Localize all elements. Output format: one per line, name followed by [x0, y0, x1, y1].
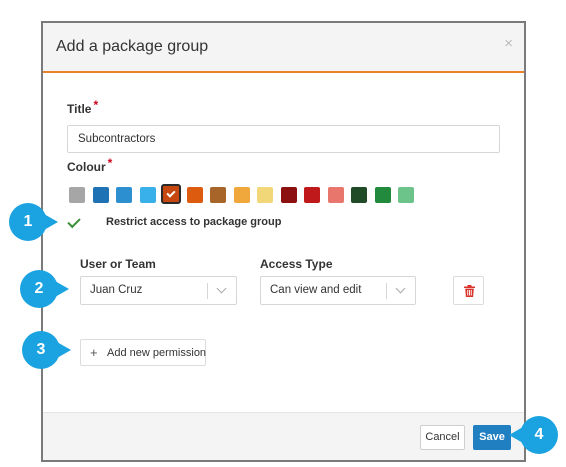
colour-swatch[interactable]	[69, 187, 85, 203]
colour-swatch[interactable]	[233, 187, 250, 203]
colour-swatch[interactable]	[304, 187, 320, 203]
user-select-value: Juan Cruz	[90, 284, 143, 296]
colour-swatch[interactable]	[139, 187, 156, 203]
add-permission-label: Add new permission	[107, 347, 207, 359]
required-marker: *	[107, 156, 113, 170]
user-or-team-select[interactable]: Juan Cruz	[80, 276, 237, 305]
access-type-select[interactable]: Can view and edit	[260, 276, 416, 305]
checkmark-icon	[166, 187, 176, 198]
dialog-header: Add a package group ×	[43, 23, 524, 73]
chevron-down-icon	[395, 283, 406, 294]
colour-swatch[interactable]	[351, 187, 367, 203]
plus-icon: +	[90, 345, 98, 360]
trash-icon	[464, 285, 475, 297]
save-button[interactable]: Save	[473, 425, 511, 450]
colour-swatch[interactable]	[280, 187, 297, 203]
chevron-down-icon	[216, 283, 227, 294]
colour-swatch[interactable]	[161, 184, 181, 204]
title-input[interactable]	[67, 125, 500, 153]
colour-swatch[interactable]	[327, 187, 344, 203]
callout-badge-1: 1	[9, 203, 58, 241]
checkmark-icon[interactable]	[67, 214, 81, 229]
colour-swatch[interactable]	[210, 187, 226, 203]
dialog-footer: Cancel Save	[43, 412, 524, 460]
colour-swatch[interactable]	[92, 187, 109, 203]
restrict-access-label: Restrict access to package group	[106, 216, 282, 228]
colour-swatch[interactable]	[257, 187, 273, 203]
required-marker: *	[93, 98, 99, 112]
colour-swatch[interactable]	[374, 187, 391, 203]
colour-swatch[interactable]	[398, 187, 414, 203]
user-or-team-label: User or Team	[80, 257, 156, 271]
close-icon[interactable]: ×	[504, 35, 513, 52]
add-new-permission-button[interactable]: + Add new permission	[80, 339, 206, 366]
colour-swatch[interactable]	[116, 187, 132, 203]
callout-badge-3: 3	[22, 331, 71, 369]
access-type-label: Access Type	[260, 257, 333, 271]
callout-badge-2: 2	[20, 270, 69, 308]
add-package-group-dialog: Add a package group × Title* Colour* Res…	[41, 21, 526, 462]
colour-label: Colour *	[67, 156, 113, 174]
colour-swatch[interactable]	[186, 187, 203, 203]
delete-permission-button[interactable]	[453, 276, 484, 305]
select-divider	[386, 283, 387, 299]
access-select-value: Can view and edit	[270, 284, 362, 296]
title-label: Title *	[67, 98, 99, 116]
dialog-title: Add a package group	[56, 38, 209, 55]
cancel-button[interactable]: Cancel	[420, 425, 465, 450]
callout-badge-4: 4	[509, 416, 558, 454]
select-divider	[207, 283, 208, 299]
